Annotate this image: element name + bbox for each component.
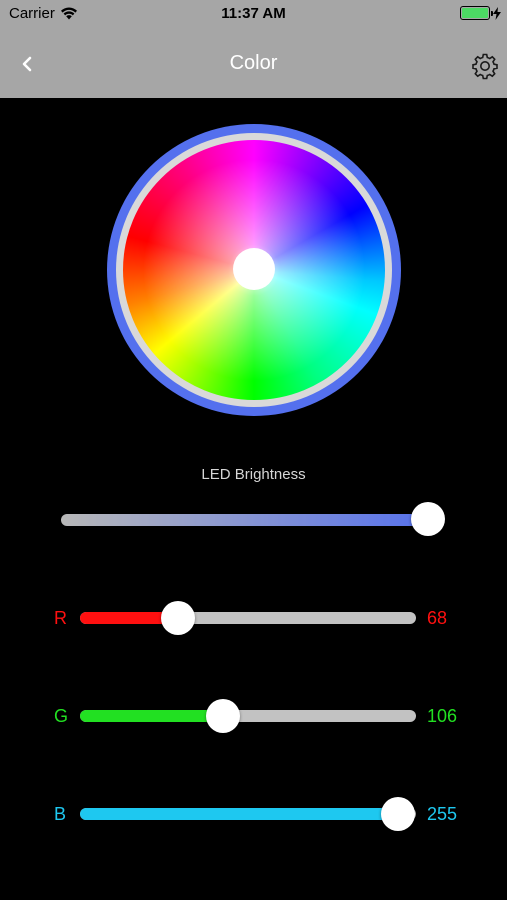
green-channel-value: 106 bbox=[427, 706, 458, 726]
blue-channel-value: 255 bbox=[427, 804, 458, 824]
green-slider-thumb[interactable] bbox=[205, 699, 240, 733]
red-channel-label: R bbox=[54, 608, 67, 628]
blue-slider-track[interactable] bbox=[80, 808, 416, 820]
blue-slider-thumb[interactable] bbox=[381, 797, 415, 831]
red-slider-track[interactable] bbox=[80, 612, 416, 624]
status-time: 11:37 AM bbox=[221, 5, 286, 22]
gear-icon[interactable] bbox=[471, 52, 499, 80]
page-title: Color bbox=[229, 52, 278, 74]
brightness-label: LED Brightness bbox=[201, 466, 306, 483]
battery-level bbox=[462, 8, 488, 18]
color-wheel-selector[interactable] bbox=[233, 248, 275, 290]
navigation-bar: Color bbox=[0, 28, 507, 98]
blue-slider-fill bbox=[80, 808, 398, 820]
green-slider-track[interactable] bbox=[80, 710, 416, 722]
battery-icon bbox=[460, 6, 493, 20]
status-bar: Carrier 11:37 AM bbox=[0, 0, 507, 28]
red-channel-value: 68 bbox=[427, 608, 448, 628]
red-slider-thumb[interactable] bbox=[161, 601, 195, 635]
battery-indicator bbox=[460, 6, 501, 20]
brightness-slider-track[interactable] bbox=[61, 514, 439, 526]
green-channel-label: G bbox=[54, 706, 69, 726]
brightness-slider-thumb[interactable] bbox=[411, 502, 445, 536]
charging-bolt-icon bbox=[493, 6, 501, 20]
green-slider-fill bbox=[80, 710, 223, 722]
top-bar: Carrier 11:37 AM Color bbox=[0, 0, 507, 98]
blue-channel-label: B bbox=[54, 804, 67, 824]
